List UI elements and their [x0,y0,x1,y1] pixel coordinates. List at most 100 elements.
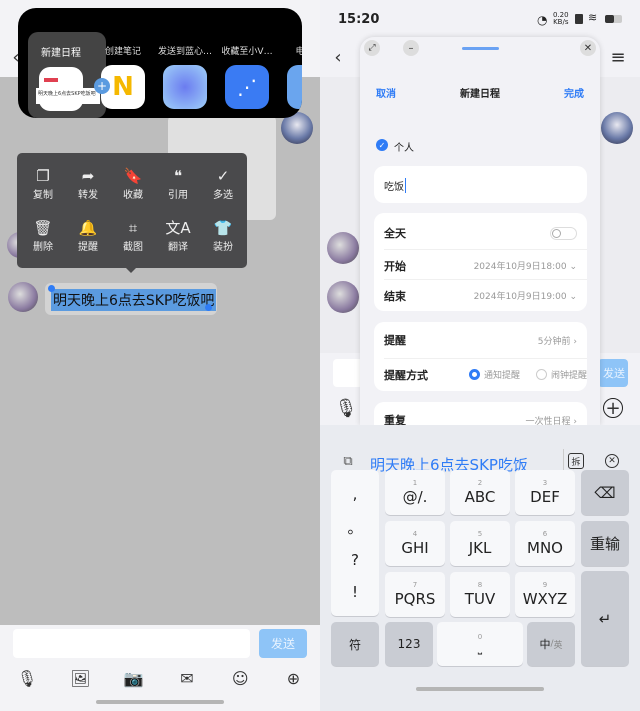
repeat-row[interactable]: 重复 一次性日程 › [384,404,587,425]
radio-selected-icon [469,369,480,380]
key-WXYZ[interactable]: 9 WXYZ [515,572,575,617]
check-icon[interactable]: ✓ [376,139,388,151]
enter-key[interactable]: ↵ [581,571,629,666]
radio-alarm[interactable]: 闹钟提醒 [536,368,587,381]
key-number: 8 [477,581,483,589]
share-item-label: 创建笔记 [104,47,141,57]
plus-icon[interactable]: ⊕ [283,667,305,689]
numbers-key[interactable]: 123 [385,622,433,666]
all-day-toggle[interactable] [550,226,577,240]
all-day-row: 全天 [384,217,587,249]
bluelm-icon [163,65,207,109]
menu-item-translate[interactable]: 文A 翻译 [155,218,201,253]
key-number: 4 [412,530,418,538]
done-button[interactable]: 完成 [564,85,584,100]
start-row[interactable]: 开始 2024年10月9日18:00 ⌄ [384,249,587,281]
home-indicator[interactable] [96,700,224,704]
minimize-icon[interactable]: – [403,40,419,56]
copy-icon: ❐ [36,167,50,185]
mic-icon[interactable]: 🎙 [335,398,358,419]
share-item-mail[interactable]: 电子… ✉ [278,44,302,109]
menu-item-bell[interactable]: 🔔 提醒 [65,218,111,253]
shirt-icon: 👕 [213,219,233,237]
message-input[interactable] [333,359,363,387]
avatar [601,112,633,144]
red-packet-icon[interactable]: ✉ [176,667,198,689]
message-bubble[interactable]: 明天晚上6点去SKP吃饭吧 [45,283,217,315]
clipboard-icon[interactable]: ⧉ [340,453,356,469]
punct-key[interactable]: ! [352,583,358,601]
key-JKL[interactable]: 5 JKL [450,521,510,566]
menu-item-forward[interactable]: ➦ 转发 [65,166,111,201]
menu-icon[interactable]: ≡ [608,46,628,68]
punct-key[interactable]: 。 [347,517,362,538]
mic-icon[interactable]: 🎙 [16,667,38,689]
menu-item-trash[interactable]: 🗑 删除 [20,218,66,253]
key-TUV[interactable]: 8 TUV [450,572,510,617]
camera-icon[interactable]: 📷 [123,667,145,689]
menu-item-label: 复制 [33,190,53,201]
add-icon[interactable]: + [94,78,110,94]
menu-item-copy[interactable]: ❐ 复制 [20,166,66,201]
selection-handle-start[interactable] [48,285,55,292]
key-MNO[interactable]: 6 MNO [515,521,575,566]
expand-icon[interactable]: ⤢ [364,40,380,56]
menu-item-label: 装扮 [213,242,233,253]
punctuation-column[interactable]: , 。 ? ! [331,470,379,616]
language-key[interactable]: 中 / 英 [527,622,575,666]
selection-handle-end[interactable] [205,304,212,311]
key-@/.[interactable]: 1 @/. [385,470,445,515]
share-item-bluelm[interactable]: 发送到蓝心… [154,44,216,109]
status-time: 15:20 [338,12,380,27]
image-icon[interactable]: 🖼 [69,667,91,689]
share-item-share-node[interactable]: 收藏至小V… ⋰ [216,44,278,109]
key-number: 1 [412,479,418,487]
key-PQRS[interactable]: 7 PQRS [385,572,445,617]
calendar-mark [44,78,58,82]
plus-icon[interactable]: + [603,398,623,419]
menu-item-bookmark[interactable]: 🔖 收藏 [110,166,156,201]
home-indicator[interactable] [416,687,544,691]
repeat-card[interactable]: 重复 一次性日程 › [374,402,587,425]
menu-item-crop[interactable]: ⌗ 截图 [110,218,156,253]
close-candidates-icon[interactable]: ✕ [605,454,619,468]
split-icon[interactable]: 拆 [568,453,584,469]
avatar [327,281,359,313]
speed-unit: KB/s [553,18,569,26]
punct-key[interactable]: , [353,485,358,503]
close-icon[interactable]: ✕ [580,40,596,56]
send-button[interactable]: 发送 [598,359,628,387]
selected-message-text[interactable]: 明天晚上6点去SKP吃饭吧 [51,289,217,311]
key-ABC[interactable]: 2 ABC [450,470,510,515]
calendar-account[interactable]: 个人 [394,139,414,154]
reminder-label: 提醒 [384,334,406,347]
back-icon[interactable]: ‹ [330,46,346,68]
symbols-key[interactable]: 符 [331,622,379,666]
reminder-row[interactable]: 提醒 5分钟前 › [384,324,587,356]
emoji-icon[interactable]: ☺ [229,667,251,689]
end-value: 2024年10月9日19:00 [473,292,567,302]
drag-handle[interactable] [462,47,499,50]
backspace-key[interactable]: ⌫ [581,470,629,515]
share-panel: 新建日程创建笔记N发送到蓝心… 收藏至小V… ⋰ 电子… ✉ 明天晚上6点去SKP吃饭吧+ [18,8,302,118]
menu-item-check-circle[interactable]: ✓ 多选 [200,166,246,201]
battery-icon [605,15,622,23]
key-number: 9 [542,581,548,589]
radio-notification[interactable]: 通知提醒 [469,368,520,381]
send-button[interactable]: 发送 [259,629,307,658]
key-letters: WXYZ [522,590,568,608]
key-GHI[interactable]: 4 GHI [385,521,445,566]
message-input[interactable] [13,629,250,658]
share-item-notes[interactable]: 创建笔记 N [92,44,154,109]
end-row[interactable]: 结束 2024年10月9日19:00 ⌄ [384,279,587,311]
space-key[interactable]: 0 ⎵ [437,622,523,666]
key-DEF[interactable]: 3 DEF [515,470,575,515]
title-field[interactable]: 吃饭 [374,166,587,203]
menu-item-quote[interactable]: ❝ 引用 [155,166,201,201]
retype-key[interactable]: 重输 [581,521,629,566]
menu-item-shirt[interactable]: 👕 装扮 [200,218,246,253]
share-node-icon: ⋰ [225,65,269,109]
crop-icon: ⌗ [128,219,138,237]
title-input-value[interactable]: 吃饭 [384,178,406,193]
punct-key[interactable]: ? [351,551,359,569]
